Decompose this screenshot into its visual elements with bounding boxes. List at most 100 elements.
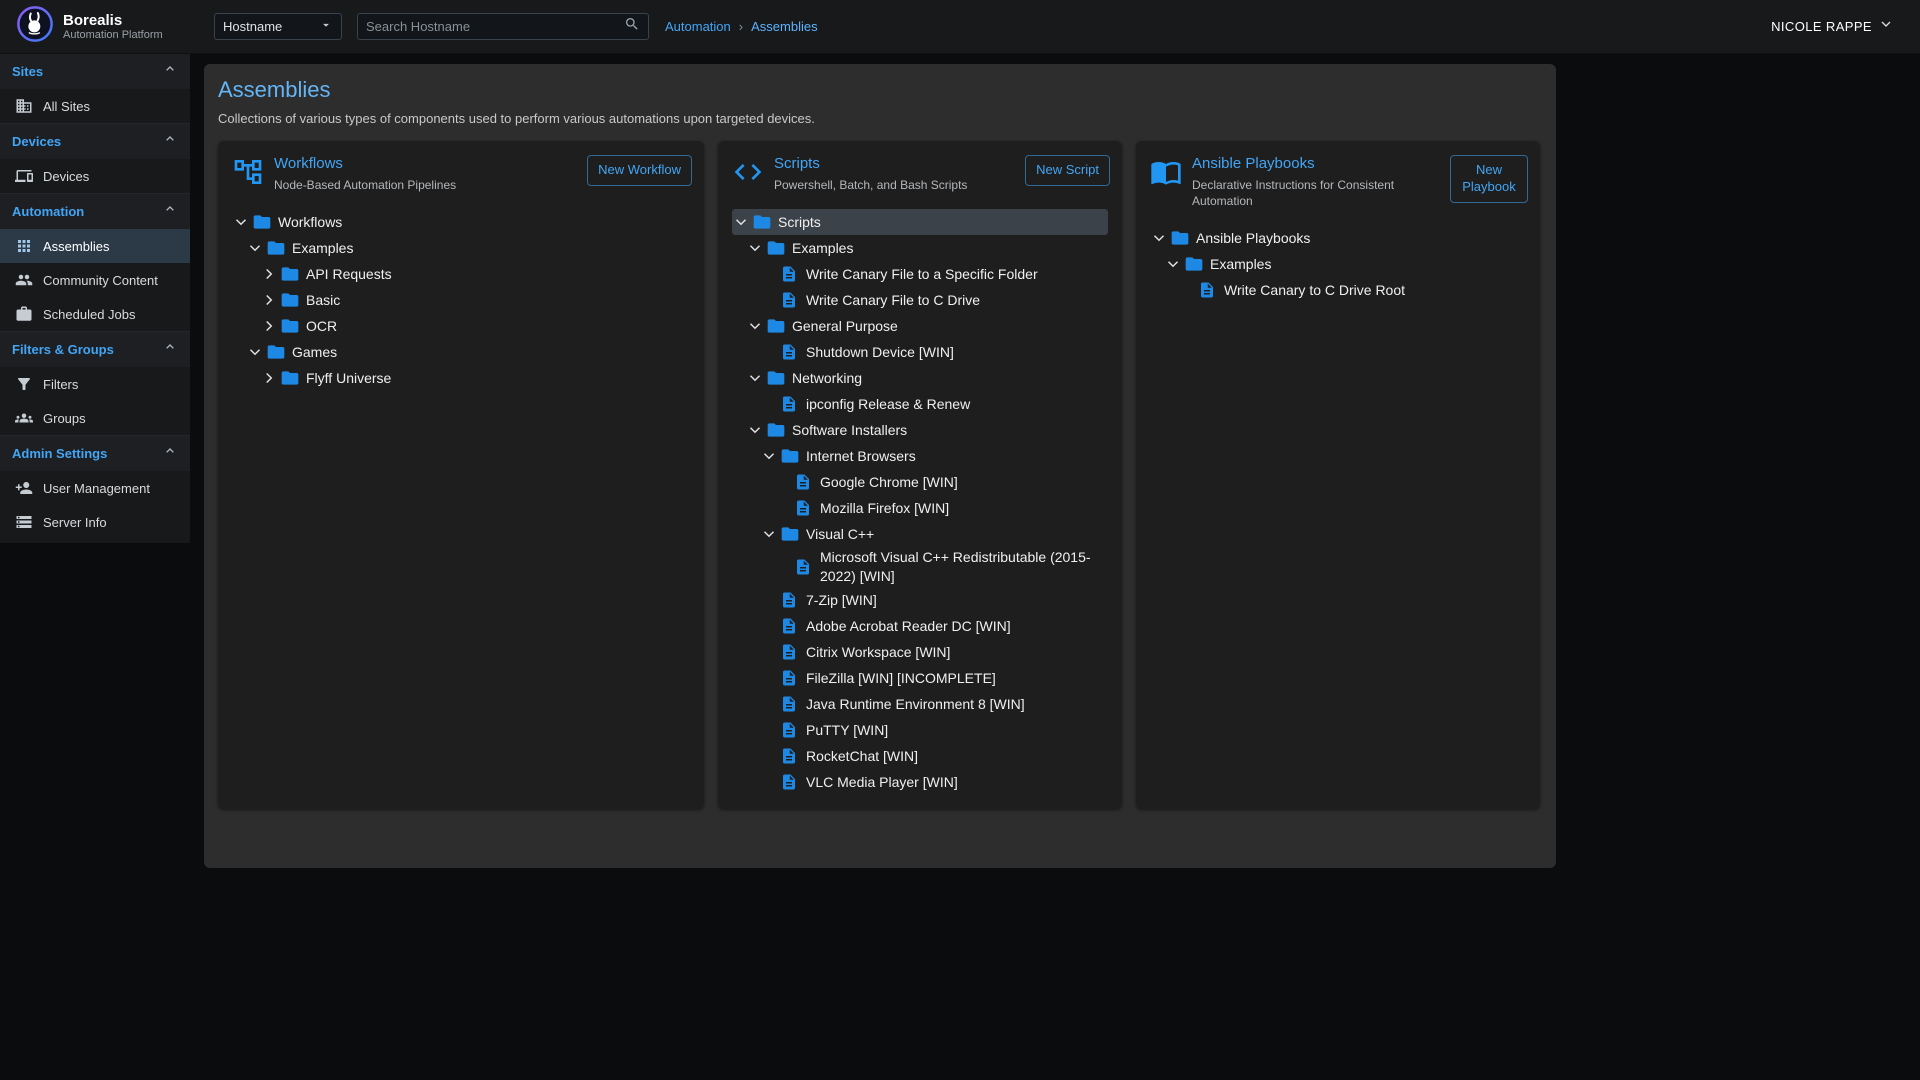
chevron-down-icon[interactable] xyxy=(760,447,780,465)
breadcrumb-separator: › xyxy=(739,19,743,34)
search-icon[interactable] xyxy=(624,16,640,37)
tree-file-row[interactable]: FileZilla [WIN] [INCOMPLETE] xyxy=(732,665,1108,691)
tree-folder-row[interactable]: Examples xyxy=(232,235,690,261)
tree-item-label: Visual C++ xyxy=(806,525,1108,544)
user-menu[interactable]: NICOLE RAPPE xyxy=(1771,16,1920,37)
filter-icon xyxy=(15,375,33,393)
chevron-down-icon[interactable] xyxy=(1164,255,1184,273)
tree-file-row[interactable]: Citrix Workspace [WIN] xyxy=(732,639,1108,665)
tree-folder-row[interactable]: API Requests xyxy=(232,261,690,287)
tree-file-row[interactable]: VLC Media Player [WIN] xyxy=(732,769,1108,795)
sidebar-item-filters[interactable]: Filters xyxy=(0,367,190,401)
sidebar-item-scheduled-jobs[interactable]: Scheduled Jobs xyxy=(0,297,190,331)
chevron-up-icon xyxy=(162,339,178,360)
tree-file-row[interactable]: ipconfig Release & Renew xyxy=(732,391,1108,417)
sidebar-item-server-info[interactable]: Server Info xyxy=(0,505,190,539)
tree-folder-row[interactable]: Workflows xyxy=(232,209,690,235)
tree-folder-row[interactable]: Internet Browsers xyxy=(732,443,1108,469)
sidebar-item-label: Assemblies xyxy=(43,239,109,254)
tree-folder-row[interactable]: Ansible Playbooks xyxy=(1150,225,1526,251)
tree-folder-row[interactable]: Visual C++ xyxy=(732,521,1108,547)
sidebar-item-label: Filters xyxy=(43,377,78,392)
chevron-up-icon xyxy=(162,131,178,152)
tree-file-row[interactable]: Shutdown Device [WIN] xyxy=(732,339,1108,365)
tree-folder-row[interactable]: Games xyxy=(232,339,690,365)
chevron-right-icon[interactable] xyxy=(260,291,280,309)
tree-folder-row[interactable]: Examples xyxy=(732,235,1108,261)
chevron-down-icon[interactable] xyxy=(746,369,766,387)
hostname-search xyxy=(357,13,649,40)
chevron-down-icon[interactable] xyxy=(746,317,766,335)
section-label: Admin Settings xyxy=(12,446,107,461)
tree-folder-row[interactable]: Flyff Universe xyxy=(232,365,690,391)
file-icon xyxy=(780,395,806,413)
tree-folder-row[interactable]: General Purpose xyxy=(732,313,1108,339)
chevron-down-icon[interactable] xyxy=(1150,229,1170,247)
tree-file-row[interactable]: Java Runtime Environment 8 [WIN] xyxy=(732,691,1108,717)
tree-file-row[interactable]: PuTTY [WIN] xyxy=(732,717,1108,743)
search-input[interactable] xyxy=(366,19,624,34)
tree-folder-row[interactable]: Software Installers xyxy=(732,417,1108,443)
section-label: Sites xyxy=(12,64,43,79)
brand: Borealis Automation Platform xyxy=(0,5,190,48)
sidebar: Sites All Sites Devices Devices Automati… xyxy=(0,54,190,543)
tree-file-row[interactable]: Write Canary to C Drive Root xyxy=(1150,277,1526,303)
tree-file-row[interactable]: Mozilla Firefox [WIN] xyxy=(732,495,1108,521)
server-icon xyxy=(15,513,33,531)
tree-folder-row[interactable]: Basic xyxy=(232,287,690,313)
tree-file-row[interactable]: RocketChat [WIN] xyxy=(732,743,1108,769)
workflows-card: Workflows Node-Based Automation Pipeline… xyxy=(218,141,704,809)
chevron-down-icon[interactable] xyxy=(246,239,266,257)
sidebar-section-devices: Devices Devices xyxy=(0,123,190,193)
chevron-down-icon[interactable] xyxy=(246,343,266,361)
breadcrumb-assemblies[interactable]: Assemblies xyxy=(751,19,817,34)
tree-folder-row[interactable]: Examples xyxy=(1150,251,1526,277)
sidebar-item-all-sites[interactable]: All Sites xyxy=(0,89,190,123)
folder-icon xyxy=(266,238,292,258)
tree-file-row[interactable]: Adobe Acrobat Reader DC [WIN] xyxy=(732,613,1108,639)
tree-file-row[interactable]: Write Canary File to a Specific Folder xyxy=(732,261,1108,287)
hostname-select-value: Hostname xyxy=(223,19,282,34)
chevron-down-icon[interactable] xyxy=(746,239,766,257)
chevron-down-icon[interactable] xyxy=(232,213,252,231)
tree-folder-row[interactable]: Networking xyxy=(732,365,1108,391)
folder-icon xyxy=(266,342,292,362)
tree-file-row[interactable]: Write Canary File to C Drive xyxy=(732,287,1108,313)
sidebar-item-devices[interactable]: Devices xyxy=(0,159,190,193)
tree-item-label: OCR xyxy=(306,317,690,336)
new-script-button[interactable]: New Script xyxy=(1025,155,1110,186)
chevron-down-icon[interactable] xyxy=(732,213,752,231)
tree-item-label: Mozilla Firefox [WIN] xyxy=(820,499,1108,518)
tree-folder-row[interactable]: Scripts xyxy=(732,209,1108,235)
sidebar-section-header-sites[interactable]: Sites xyxy=(0,54,190,89)
sidebar-item-user-management[interactable]: User Management xyxy=(0,471,190,505)
chevron-right-icon[interactable] xyxy=(260,369,280,387)
breadcrumb-automation[interactable]: Automation xyxy=(665,19,731,34)
new-workflow-button[interactable]: New Workflow xyxy=(587,155,692,186)
sidebar-section-header-devices[interactable]: Devices xyxy=(0,124,190,159)
card-subtitle: Powershell, Batch, and Bash Scripts xyxy=(774,177,1015,193)
chevron-right-icon[interactable] xyxy=(260,265,280,283)
file-icon xyxy=(780,747,806,765)
tree-file-row[interactable]: 7-Zip [WIN] xyxy=(732,587,1108,613)
sidebar-item-community-content[interactable]: Community Content xyxy=(0,263,190,297)
sidebar-item-assemblies[interactable]: Assemblies xyxy=(0,229,190,263)
chevron-right-icon[interactable] xyxy=(260,317,280,335)
sidebar-item-groups[interactable]: Groups xyxy=(0,401,190,435)
sidebar-section-header-admin-settings[interactable]: Admin Settings xyxy=(0,436,190,471)
hostname-select[interactable]: Hostname xyxy=(214,13,342,40)
section-label: Filters & Groups xyxy=(12,342,114,357)
section-label: Devices xyxy=(12,134,61,149)
tree-file-row[interactable]: Google Chrome [WIN] xyxy=(732,469,1108,495)
chevron-down-icon[interactable] xyxy=(746,421,766,439)
brand-name: Borealis xyxy=(63,12,163,29)
file-icon xyxy=(780,695,806,713)
tree-file-row[interactable]: Microsoft Visual C++ Redistributable (20… xyxy=(732,547,1108,587)
assembly-cards: Workflows Node-Based Automation Pipeline… xyxy=(218,141,1542,809)
tree-folder-row[interactable]: OCR xyxy=(232,313,690,339)
sidebar-section-header-filters-groups[interactable]: Filters & Groups xyxy=(0,332,190,367)
tree-item-label: 7-Zip [WIN] xyxy=(806,591,1108,610)
new-playbook-button[interactable]: New Playbook xyxy=(1450,155,1528,203)
sidebar-section-header-automation[interactable]: Automation xyxy=(0,194,190,229)
chevron-down-icon[interactable] xyxy=(760,525,780,543)
